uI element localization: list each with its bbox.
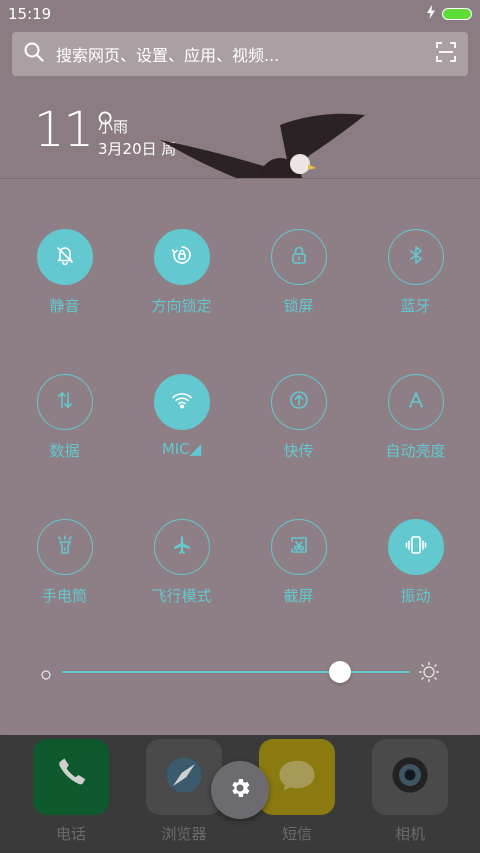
toggle-wifi[interactable]: MIC◢ bbox=[123, 374, 240, 461]
auto-brightness-icon bbox=[404, 388, 428, 416]
toggle-label: 方向锁定 bbox=[151, 297, 212, 315]
gear-icon bbox=[228, 776, 252, 804]
toggle-lock[interactable]: 锁屏 bbox=[240, 229, 357, 316]
brightness-high-icon bbox=[418, 661, 440, 687]
search-input[interactable]: 搜索网页、设置、应用、视频... bbox=[56, 42, 436, 66]
wifi-icon bbox=[170, 388, 194, 416]
dock-app-camera[interactable]: 相机 bbox=[372, 739, 448, 844]
search-bar[interactable]: 搜索网页、设置、应用、视频... bbox=[12, 32, 468, 76]
quick-settings-panel: 静音 方向锁定 锁屏 蓝牙数据 MIC◢ 快传 自动亮度手电筒 飞行模式 截屏 振动 bbox=[0, 178, 480, 735]
app-icon[interactable] bbox=[259, 739, 335, 815]
toggle-label: 蓝牙 bbox=[400, 297, 431, 315]
toggle-button[interactable] bbox=[387, 374, 444, 430]
message-icon bbox=[275, 753, 319, 801]
toggle-button[interactable] bbox=[36, 229, 93, 285]
app-icon[interactable] bbox=[372, 739, 448, 815]
toggle-screenshot[interactable]: 截屏 bbox=[240, 519, 357, 606]
toggle-label: 截屏 bbox=[283, 587, 314, 605]
app-label: 短信 bbox=[281, 825, 312, 843]
app-icon[interactable] bbox=[33, 739, 109, 815]
toggle-button[interactable] bbox=[36, 374, 93, 430]
toggle-mute-bell[interactable]: 静音 bbox=[6, 229, 123, 316]
toggle-bluetooth[interactable]: 蓝牙 bbox=[357, 229, 474, 316]
camera-icon bbox=[388, 753, 432, 801]
phone-icon bbox=[49, 753, 93, 801]
toggle-label: 飞行模式 bbox=[151, 587, 212, 605]
toggle-auto-brightness[interactable]: 自动亮度 bbox=[357, 374, 474, 461]
toggle-label: 数据 bbox=[49, 442, 80, 460]
charging-icon bbox=[426, 5, 436, 23]
weather-condition: 小雨 bbox=[98, 118, 129, 136]
dock-app-message[interactable]: 短信 bbox=[259, 739, 335, 844]
toggle-label: 振动 bbox=[400, 587, 431, 605]
toggle-button[interactable] bbox=[270, 374, 327, 430]
rotation-lock-icon bbox=[170, 243, 194, 271]
scan-icon[interactable] bbox=[436, 42, 456, 66]
toggle-label: MIC◢ bbox=[161, 440, 202, 458]
toggle-button[interactable] bbox=[153, 519, 210, 575]
toggle-button[interactable] bbox=[270, 519, 327, 575]
status-time: 15:19 bbox=[8, 5, 52, 23]
app-label: 浏览器 bbox=[161, 825, 207, 843]
battery-icon bbox=[442, 8, 472, 20]
toggle-button[interactable] bbox=[387, 519, 444, 575]
brightness-thumb[interactable] bbox=[329, 661, 352, 683]
toggle-mobile-data[interactable]: 数据 bbox=[6, 374, 123, 461]
weather-widget[interactable]: 11° 小雨 3月20日 周一 bbox=[0, 90, 480, 226]
search-icon bbox=[24, 42, 44, 66]
airplane-icon bbox=[170, 533, 194, 561]
toggle-label: 静音 bbox=[49, 297, 80, 315]
app-label: 电话 bbox=[55, 825, 86, 843]
toggle-button[interactable] bbox=[270, 229, 327, 285]
app-icon[interactable] bbox=[146, 739, 222, 815]
dock-app-phone[interactable]: 电话 bbox=[33, 739, 109, 844]
bluetooth-icon bbox=[404, 243, 428, 271]
status-bar: 15:19 bbox=[0, 0, 480, 28]
vibrate-icon bbox=[404, 533, 428, 561]
toggle-label: 快传 bbox=[283, 442, 314, 460]
toggle-button[interactable] bbox=[153, 374, 210, 430]
lock-icon bbox=[287, 243, 311, 271]
toggle-label: 锁屏 bbox=[283, 297, 314, 315]
brightness-slider[interactable] bbox=[40, 659, 440, 685]
toggle-label: 手电筒 bbox=[41, 587, 87, 605]
quick-transfer-icon bbox=[287, 388, 311, 416]
settings-button[interactable] bbox=[211, 761, 269, 819]
toggle-button[interactable] bbox=[36, 519, 93, 575]
compass-icon bbox=[162, 753, 206, 801]
screenshot-icon bbox=[287, 533, 311, 561]
toggle-rotation-lock[interactable]: 方向锁定 bbox=[123, 229, 240, 316]
toggle-button[interactable] bbox=[153, 229, 210, 285]
toggle-flashlight[interactable]: 手电筒 bbox=[6, 519, 123, 606]
brightness-low-icon bbox=[40, 666, 52, 685]
app-label: 相机 bbox=[394, 825, 425, 843]
toggle-grid: 静音 方向锁定 锁屏 蓝牙数据 MIC◢ 快传 自动亮度手电筒 飞行模式 截屏 振动 bbox=[0, 229, 480, 606]
flashlight-icon bbox=[53, 533, 77, 561]
toggle-quick-transfer[interactable]: 快传 bbox=[240, 374, 357, 461]
toggle-label: 自动亮度 bbox=[385, 442, 446, 460]
mute-bell-icon bbox=[53, 243, 77, 271]
toggle-button[interactable] bbox=[387, 229, 444, 285]
toggle-airplane[interactable]: 飞行模式 bbox=[123, 519, 240, 606]
toggle-vibrate[interactable]: 振动 bbox=[357, 519, 474, 606]
mobile-data-icon bbox=[53, 388, 77, 416]
brightness-track[interactable] bbox=[62, 671, 410, 673]
